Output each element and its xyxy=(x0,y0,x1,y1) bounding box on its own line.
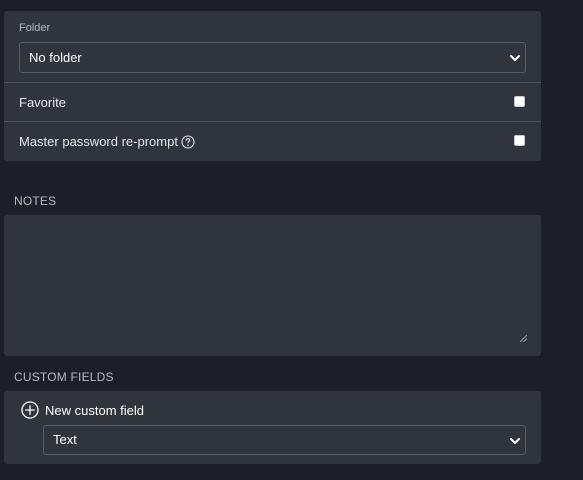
folder-select[interactable]: No folder xyxy=(19,42,526,73)
chevron-down-icon xyxy=(510,55,520,61)
favorite-checkbox[interactable] xyxy=(514,96,525,107)
reprompt-checkbox[interactable] xyxy=(514,135,525,146)
chevron-down-icon xyxy=(510,438,520,444)
question-circle-icon[interactable] xyxy=(181,134,195,149)
folder-options-panel: Folder No folder Favorite Master passwor… xyxy=(4,11,541,161)
notes-textarea[interactable] xyxy=(4,215,541,356)
reprompt-row: Master password re-prompt xyxy=(4,121,541,160)
custom-fields-heading: CUSTOM FIELDS xyxy=(14,370,114,384)
custom-field-type-select[interactable]: Text xyxy=(43,425,526,455)
reprompt-label-wrap: Master password re-prompt xyxy=(19,134,195,149)
resize-grip-icon[interactable] xyxy=(519,334,527,342)
plus-circle-icon xyxy=(21,401,39,419)
custom-field-type-value: Text xyxy=(53,432,77,447)
folder-label: Folder xyxy=(19,22,51,34)
reprompt-label: Master password re-prompt xyxy=(19,134,178,149)
folder-select-value: No folder xyxy=(29,50,82,65)
favorite-row: Favorite xyxy=(4,82,541,121)
new-custom-field-button[interactable]: New custom field xyxy=(21,401,144,419)
notes-heading: NOTES xyxy=(14,194,57,208)
custom-fields-panel: New custom field Text xyxy=(4,391,541,464)
favorite-label: Favorite xyxy=(19,95,66,110)
new-custom-field-label: New custom field xyxy=(45,402,144,418)
